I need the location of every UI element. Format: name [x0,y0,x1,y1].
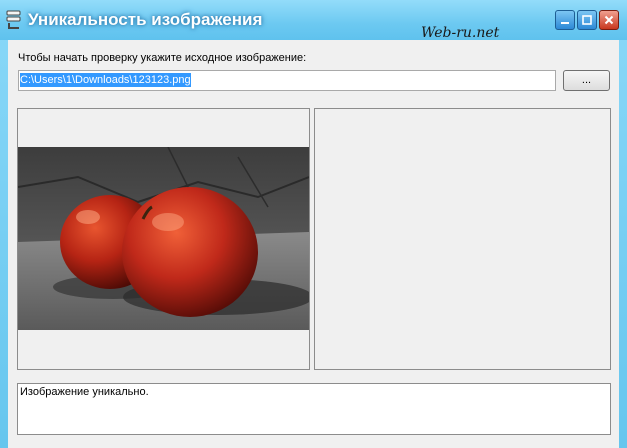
app-icon [6,10,21,29]
window-client-area: Чтобы начать проверку укажите исходное и… [8,40,619,448]
close-button[interactable] [599,10,619,30]
maximize-button[interactable] [577,10,597,30]
app-window: Уникальность изображения Web-ru.net Чтоб… [0,0,627,448]
apples-photo [18,147,309,330]
minimize-button[interactable] [555,10,575,30]
source-path-input[interactable] [18,70,556,91]
compare-image-panel [314,108,611,370]
browse-button[interactable]: ... [563,70,610,91]
source-prompt-label: Чтобы начать проверку укажите исходное и… [18,52,307,64]
title-bar[interactable]: Уникальность изображения Web-ru.net [0,0,627,41]
watermark-text: Web-ru.net [421,25,500,41]
maximize-icon [582,15,592,25]
window-title: Уникальность изображения [28,10,263,29]
source-image-panel [17,108,310,370]
result-textbox[interactable]: Изображение уникально. [17,383,611,435]
close-icon [604,15,614,25]
minimize-icon [561,22,569,24]
